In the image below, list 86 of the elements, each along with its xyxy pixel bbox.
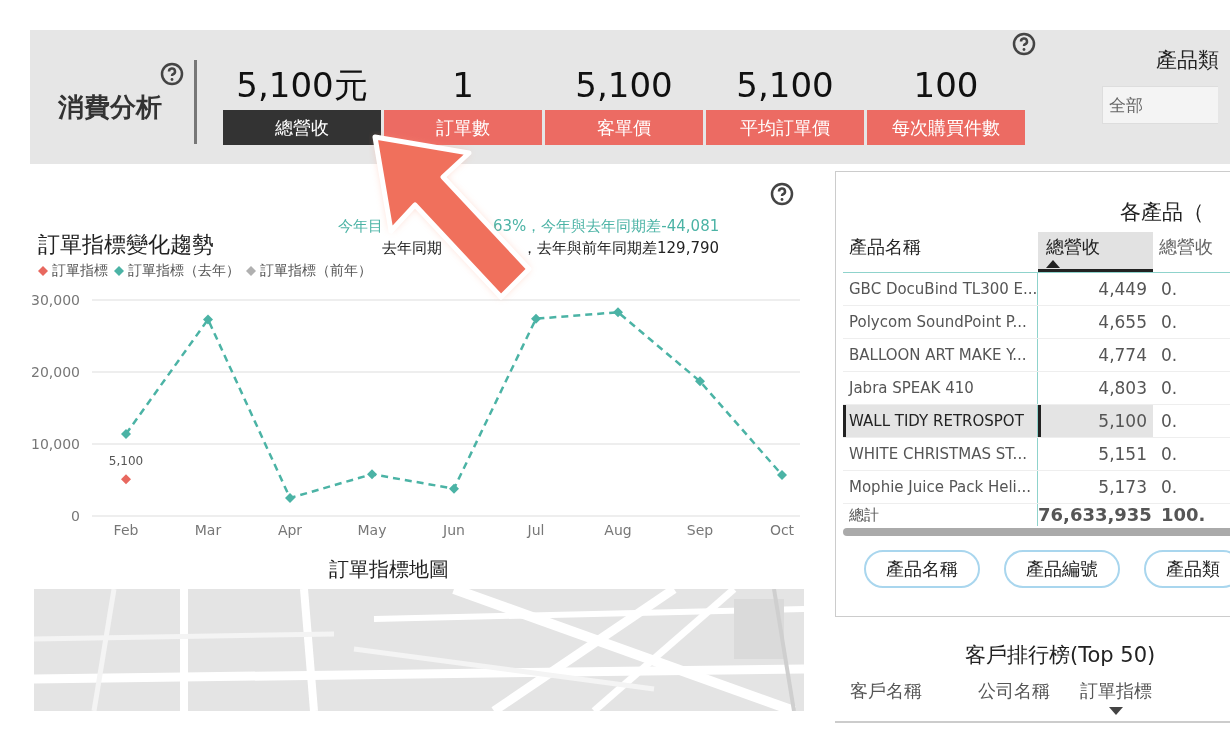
table-cell: Jabra SPEAK 410 xyxy=(843,372,1038,404)
sort-ascending-icon xyxy=(1046,260,1060,268)
help-icon[interactable] xyxy=(1012,32,1036,56)
data-point xyxy=(449,483,459,494)
table-title: 客戶排行榜(Top 50) xyxy=(965,642,1157,669)
data-point xyxy=(531,313,541,324)
axis-label: Aug xyxy=(604,522,632,538)
data-label: 5,100 xyxy=(108,454,144,469)
field-button[interactable]: 產品名稱 xyxy=(864,550,980,588)
table-cell: BALLOON ART MAKE Y... xyxy=(843,339,1038,371)
data-point xyxy=(203,314,213,325)
table-cell-text: 0. xyxy=(1160,410,1179,433)
legend-marker-icon xyxy=(246,266,256,276)
axis-label: Jun xyxy=(443,522,465,538)
axis-label: 0 xyxy=(71,508,80,524)
legend-marker-icon xyxy=(38,266,48,276)
table-cell-text: 0. xyxy=(1160,344,1179,367)
table-cell-text: 0. xyxy=(1160,476,1179,499)
total-cell: 76,633,935 xyxy=(1038,504,1153,526)
comparison-note: 去年同期 xyxy=(382,238,442,258)
table-cell-text: 5,151 xyxy=(1097,443,1148,466)
sort-descending-icon xyxy=(1109,707,1123,715)
field-button[interactable]: 產品類 xyxy=(1144,550,1230,588)
axis-label: 20,000 xyxy=(31,364,80,380)
axis-label: Apr xyxy=(277,522,303,538)
table-cell-text: 0. xyxy=(1160,443,1179,466)
legend-label: 訂單指標（前年） xyxy=(260,262,372,280)
comparison-note: 今年目 xyxy=(338,216,383,236)
total-cell-text: 100. xyxy=(1160,504,1207,526)
axis-label: Oct xyxy=(769,522,795,538)
table-cell-text: 0. xyxy=(1160,377,1179,400)
legend-label: 訂單指標（去年） xyxy=(128,262,240,280)
comparison-note: ，去年與前年同期差129,790 xyxy=(522,238,720,258)
data-point xyxy=(777,469,787,480)
column-header[interactable]: 產品名稱 xyxy=(843,232,1038,272)
column-header[interactable]: 總營收 xyxy=(1153,232,1230,272)
kpi-tab[interactable]: 總營收 xyxy=(223,110,381,145)
kpi-value: 5,100 xyxy=(575,64,673,107)
table-cell: WHITE CHRISTMAS ST... xyxy=(843,438,1038,470)
table-title: 各產品（ xyxy=(1120,199,1205,226)
total-cell: 總計 xyxy=(843,504,1038,526)
field-button[interactable]: 產品編號 xyxy=(1004,550,1120,588)
help-icon[interactable] xyxy=(160,62,184,86)
kpi-value: 5,100 xyxy=(736,64,834,107)
table-cell: Polycom SoundPoint P... xyxy=(843,306,1038,338)
axis-label: Feb xyxy=(113,522,139,538)
filter-dropdown[interactable]: 全部 xyxy=(1102,86,1218,124)
data-point xyxy=(285,493,295,503)
legend-label: 訂單指標 xyxy=(52,262,108,280)
table-cell-text: 0. xyxy=(1160,278,1179,301)
comparison-note: 63%，今年與去年同期差-44,081 xyxy=(493,216,720,236)
axis-label: 30,000 xyxy=(31,292,80,308)
table-cell-text: 4,803 xyxy=(1097,377,1148,400)
table-cell: WALL TIDY RETROSPOT xyxy=(843,405,1038,437)
kpi-value: 100 xyxy=(913,64,979,107)
table-cell: 5,100 xyxy=(1038,405,1153,437)
data-point xyxy=(121,474,131,485)
data-point xyxy=(695,376,705,387)
map-title: 訂單指標地圖 xyxy=(329,556,449,583)
help-icon[interactable] xyxy=(770,182,794,206)
filter-label: 產品類 xyxy=(1156,47,1219,74)
column-header[interactable]: 客戶名稱 xyxy=(850,677,978,721)
table-cell-text: 4,774 xyxy=(1097,344,1148,367)
data-point xyxy=(613,307,623,318)
data-point xyxy=(121,428,131,439)
table-cell-text: 5,173 xyxy=(1097,476,1148,499)
scrollbar[interactable] xyxy=(843,528,1230,536)
table-cell-text: 4,449 xyxy=(1097,278,1148,301)
column-header[interactable]: 公司名稱 xyxy=(978,677,1080,721)
table-cell-text: 0. xyxy=(1160,311,1179,334)
page-title: 消費分析 xyxy=(58,91,162,124)
column-header[interactable]: 總營收 xyxy=(1038,232,1153,272)
kpi-value: 1 xyxy=(452,64,474,107)
table-cell: Mophie Juice Pack Heli... xyxy=(843,471,1038,503)
axis-label: Jul xyxy=(527,522,545,538)
axis-label: Mar xyxy=(194,522,222,538)
kpi-value: 5,100元 xyxy=(236,64,368,107)
axis-label: 10,000 xyxy=(31,436,80,452)
table-cell-text: 4,655 xyxy=(1097,311,1148,334)
axis-label: May xyxy=(357,522,387,538)
data-point xyxy=(367,469,377,480)
legend-marker-icon xyxy=(114,266,124,276)
table-cell: GBC DocuBind TL300 E... xyxy=(843,273,1038,305)
axis-label: Sep xyxy=(686,522,714,538)
column-header[interactable]: 訂單指標 xyxy=(1080,677,1152,721)
chart-title: 訂單指標變化趨勢 xyxy=(38,231,214,259)
